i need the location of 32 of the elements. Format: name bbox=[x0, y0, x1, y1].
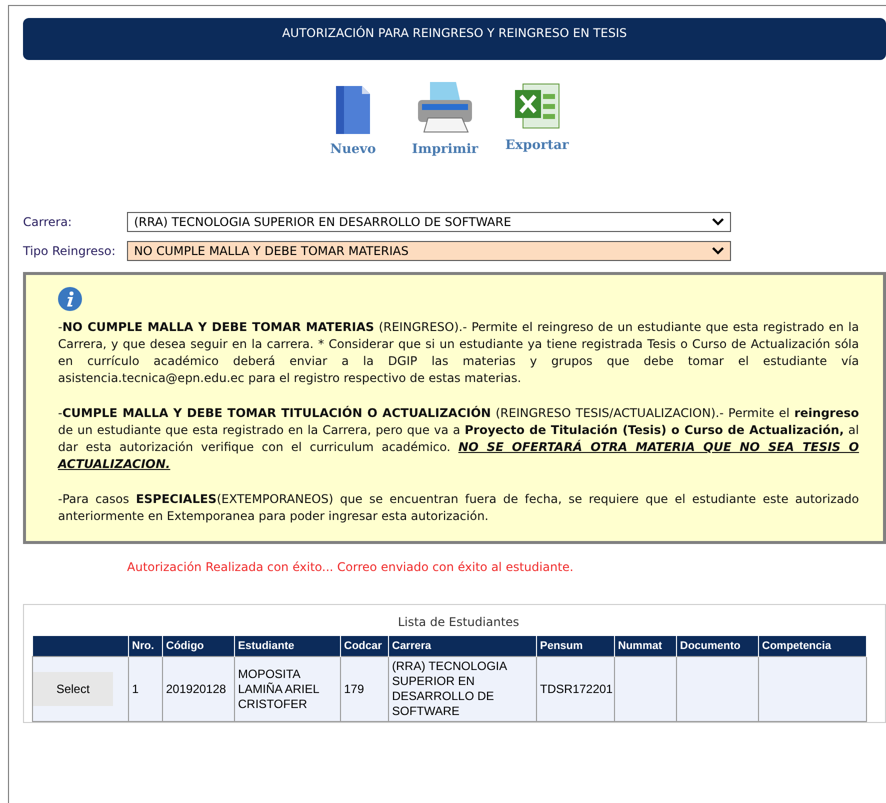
info-icon bbox=[58, 287, 82, 311]
dropdown-field[interactable]: NO CUMPLE MALLA Y DEBE TOMAR MATERIAS bbox=[127, 241, 731, 261]
column-header: Documento bbox=[676, 636, 758, 656]
new-button[interactable]: Nuevo bbox=[313, 80, 393, 157]
panel-title: Lista de Estudiantes bbox=[396, 614, 520, 631]
column-header: Nummat bbox=[614, 636, 676, 656]
table-cell: 201920128 bbox=[162, 656, 234, 722]
info-paragraph: -CUMPLE MALLA Y DEBE TOMAR TITULACIÓN O ACTUALIZACIÓN (REINGRESO TESIS/ACTUALIZACION).- Permite el reingreso de un estudiante que esta registrado en la Carrera, pero que va a Proyecto de Titulación (Tesis) o Curso de Actualización, al dar esta autorización verifique con el curriculum académico. NO SE OFERTARÁ OTRA MATERIA QUE NO SEA TESIS O ACTUALIZACION. bbox=[58, 405, 859, 473]
table-cell: TDSR172201 bbox=[536, 656, 614, 722]
chevron-down-icon bbox=[712, 247, 724, 255]
column-header: Estudiante bbox=[234, 636, 340, 656]
success-message: Autorización Realizada con éxito... Correo enviado con éxito al estudiante. bbox=[127, 560, 574, 574]
column-header: Pensum bbox=[536, 636, 614, 656]
print-button[interactable]: Imprimir bbox=[405, 80, 485, 157]
table-cell: 179 bbox=[340, 656, 388, 722]
table-cell: MOPOSITA LAMIÑA ARIEL CRISTOFER bbox=[234, 656, 340, 722]
page-title: AUTORIZACIÓN PARA REINGRESO Y REINGRESO EN TESIS bbox=[282, 26, 627, 42]
field-label: Carrera: bbox=[23, 214, 73, 230]
column-header: Competencia bbox=[758, 636, 866, 656]
column-header: Carrera bbox=[388, 636, 536, 656]
table-cell: (RRA) TECNOLOGIA SUPERIOR EN DESARROLLO DE SOFTWARE bbox=[388, 656, 536, 722]
export-button[interactable]: Exportar bbox=[497, 80, 577, 153]
select-button[interactable]: Select bbox=[33, 672, 113, 706]
table-cell: 1 bbox=[128, 656, 162, 722]
info-paragraph: -NO CUMPLE MALLA Y DEBE TOMAR MATERIAS (REINGRESO).- Permite el reingreso de un estudiante que esta registrado en la Carrera, y que desea seguir en la carrera. * Considerar que si un estudiante ya tiene registrada Tesis o Curso de Actualización sóla en currículo académico deberá enviar a la DGIP las materias y grupos que debe tomar el estudiante vía asistencia.tecnica@epn.edu.ec para el registro respectivo de estas materias. bbox=[58, 319, 859, 387]
info-paragraph: -Para casos ESPECIALES(EXTEMPORANEOS) que se encuentran fuera de fecha, se requiere que el estudiante este autorizado anteriormente en Extemporanea para poder ingresar esta autorización. bbox=[58, 491, 859, 525]
dropdown-field[interactable]: (RRA) TECNOLOGIA SUPERIOR EN DESARROLLO DE SOFTWARE bbox=[127, 212, 731, 232]
column-header: Código bbox=[162, 636, 234, 656]
chevron-down-icon bbox=[712, 218, 724, 226]
field-label: Tipo Reingreso: bbox=[23, 244, 116, 258]
column-header: Nro. bbox=[128, 636, 162, 656]
column-header: Codcar bbox=[340, 636, 388, 656]
